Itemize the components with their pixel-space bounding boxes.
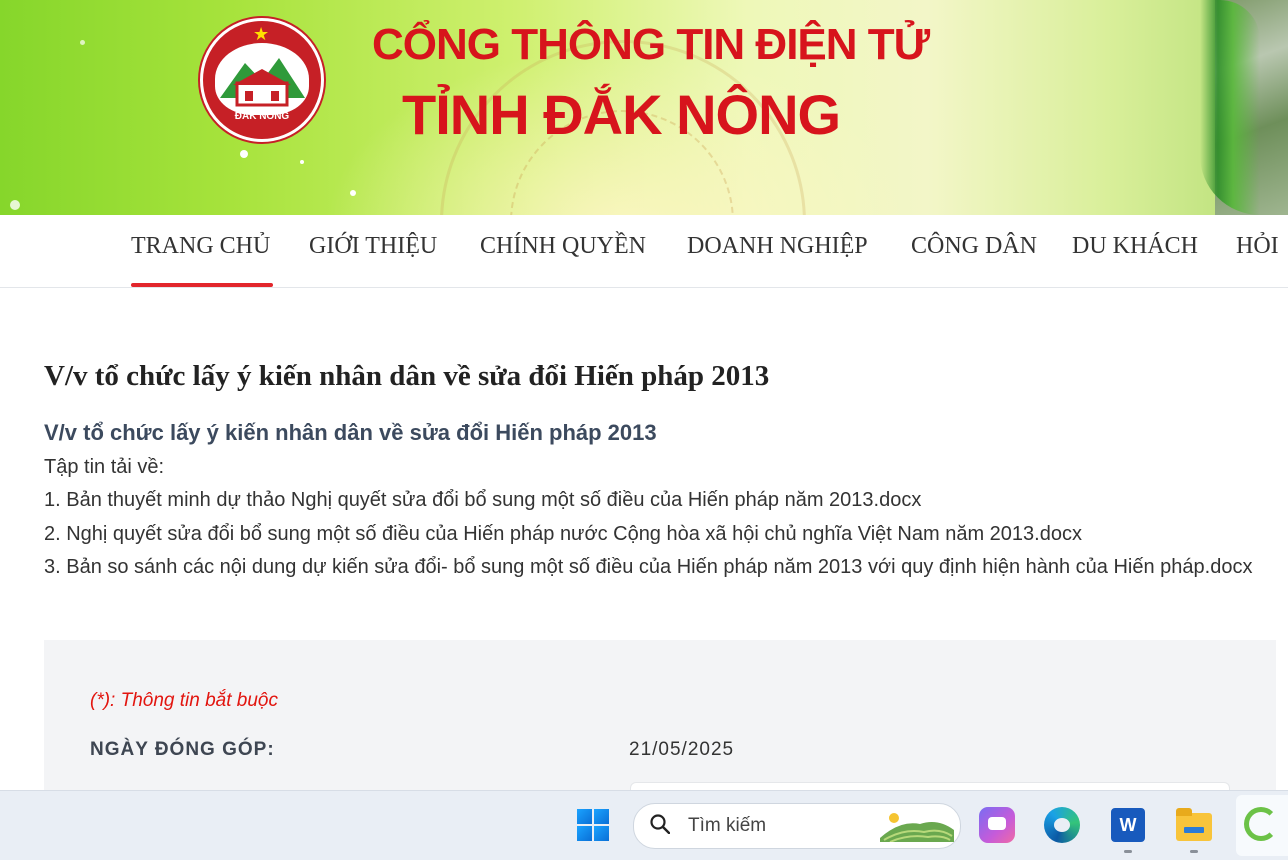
logo-emblem xyxy=(215,43,309,115)
main-nav: TRANG CHỦ GIỚI THIỆU CHÍNH QUYỀN DOANH N… xyxy=(0,215,1288,288)
rice-terrace-icon xyxy=(880,813,954,842)
edge-icon xyxy=(1044,807,1080,843)
site-banner: ★ ĐẮK NÔNG CỔNG THÔNG TIN ĐIỆN TỬ TỈNH Đ… xyxy=(0,0,1288,215)
active-nav-indicator xyxy=(131,283,273,287)
portal-title: CỔNG THÔNG TIN ĐIỆN TỬ xyxy=(372,20,930,69)
running-indicator xyxy=(1190,850,1198,853)
taskbar-search[interactable]: Tìm kiếm xyxy=(633,803,961,849)
nav-item-du-khach[interactable]: DU KHÁCH xyxy=(1072,233,1198,260)
nav-item-trang-chu[interactable]: TRANG CHỦ xyxy=(131,233,270,260)
file-explorer-button[interactable] xyxy=(1172,803,1216,847)
word-icon: W xyxy=(1111,808,1145,842)
required-note: (*): Thông tin bắt buộc xyxy=(90,690,278,711)
downloads-label: Tập tin tải về: xyxy=(44,456,165,478)
search-icon xyxy=(650,814,670,834)
edge-button[interactable] xyxy=(1040,803,1084,847)
date-value: 21/05/2025 xyxy=(629,739,735,760)
page-title: V/v tổ chức lấy ý kiến nhân dân về sửa đ… xyxy=(44,360,770,392)
province-logo[interactable]: ★ ĐẮK NÔNG xyxy=(200,18,324,142)
province-title: TỈNH ĐẮK NÔNG xyxy=(402,83,841,146)
download-link-2[interactable]: 2. Nghị quyết sửa đổi bổ sung một số điề… xyxy=(44,523,1082,546)
nav-item-hoi[interactable]: HỎI xyxy=(1236,233,1279,260)
windows-taskbar: Tìm kiếm W xyxy=(0,790,1288,860)
bamboo-decoration xyxy=(1200,0,1260,215)
start-button[interactable] xyxy=(571,803,615,847)
running-indicator xyxy=(1124,850,1132,853)
app-icon xyxy=(1244,807,1278,841)
nav-item-doanh-nghiep[interactable]: DOANH NGHIỆP xyxy=(687,233,868,260)
download-link-3[interactable]: 3. Bản so sánh các nội dung dự kiến sửa … xyxy=(44,550,1276,584)
sparkle xyxy=(80,40,85,45)
copilot-icon xyxy=(979,807,1015,843)
folder-icon xyxy=(1176,808,1212,841)
nav-item-gioi-thieu[interactable]: GIỚI THIỆU xyxy=(309,233,437,260)
star-icon: ★ xyxy=(253,24,270,44)
date-label: NGÀY ĐÓNG GÓP: xyxy=(90,739,275,760)
download-link-1[interactable]: 1. Bản thuyết minh dự thảo Nghị quyết sử… xyxy=(44,489,921,512)
sparkle xyxy=(10,200,20,210)
article-subtitle: V/v tổ chức lấy ý kiến nhân dân về sửa đ… xyxy=(44,420,657,445)
feedback-form xyxy=(44,640,1276,800)
search-placeholder: Tìm kiếm xyxy=(688,815,767,836)
logo-text: ĐẮK NÔNG xyxy=(234,111,290,122)
nav-item-cong-dan[interactable]: CÔNG DÂN xyxy=(911,233,1037,260)
sparkle xyxy=(350,190,356,196)
windows-logo-icon xyxy=(577,809,609,841)
nav-item-chinh-quyen[interactable]: CHÍNH QUYỀN xyxy=(480,233,646,260)
copilot-button[interactable] xyxy=(975,803,1019,847)
sparkle xyxy=(240,150,248,158)
sparkle xyxy=(300,160,304,164)
word-button[interactable]: W xyxy=(1106,803,1150,847)
app-button[interactable] xyxy=(1236,795,1288,856)
